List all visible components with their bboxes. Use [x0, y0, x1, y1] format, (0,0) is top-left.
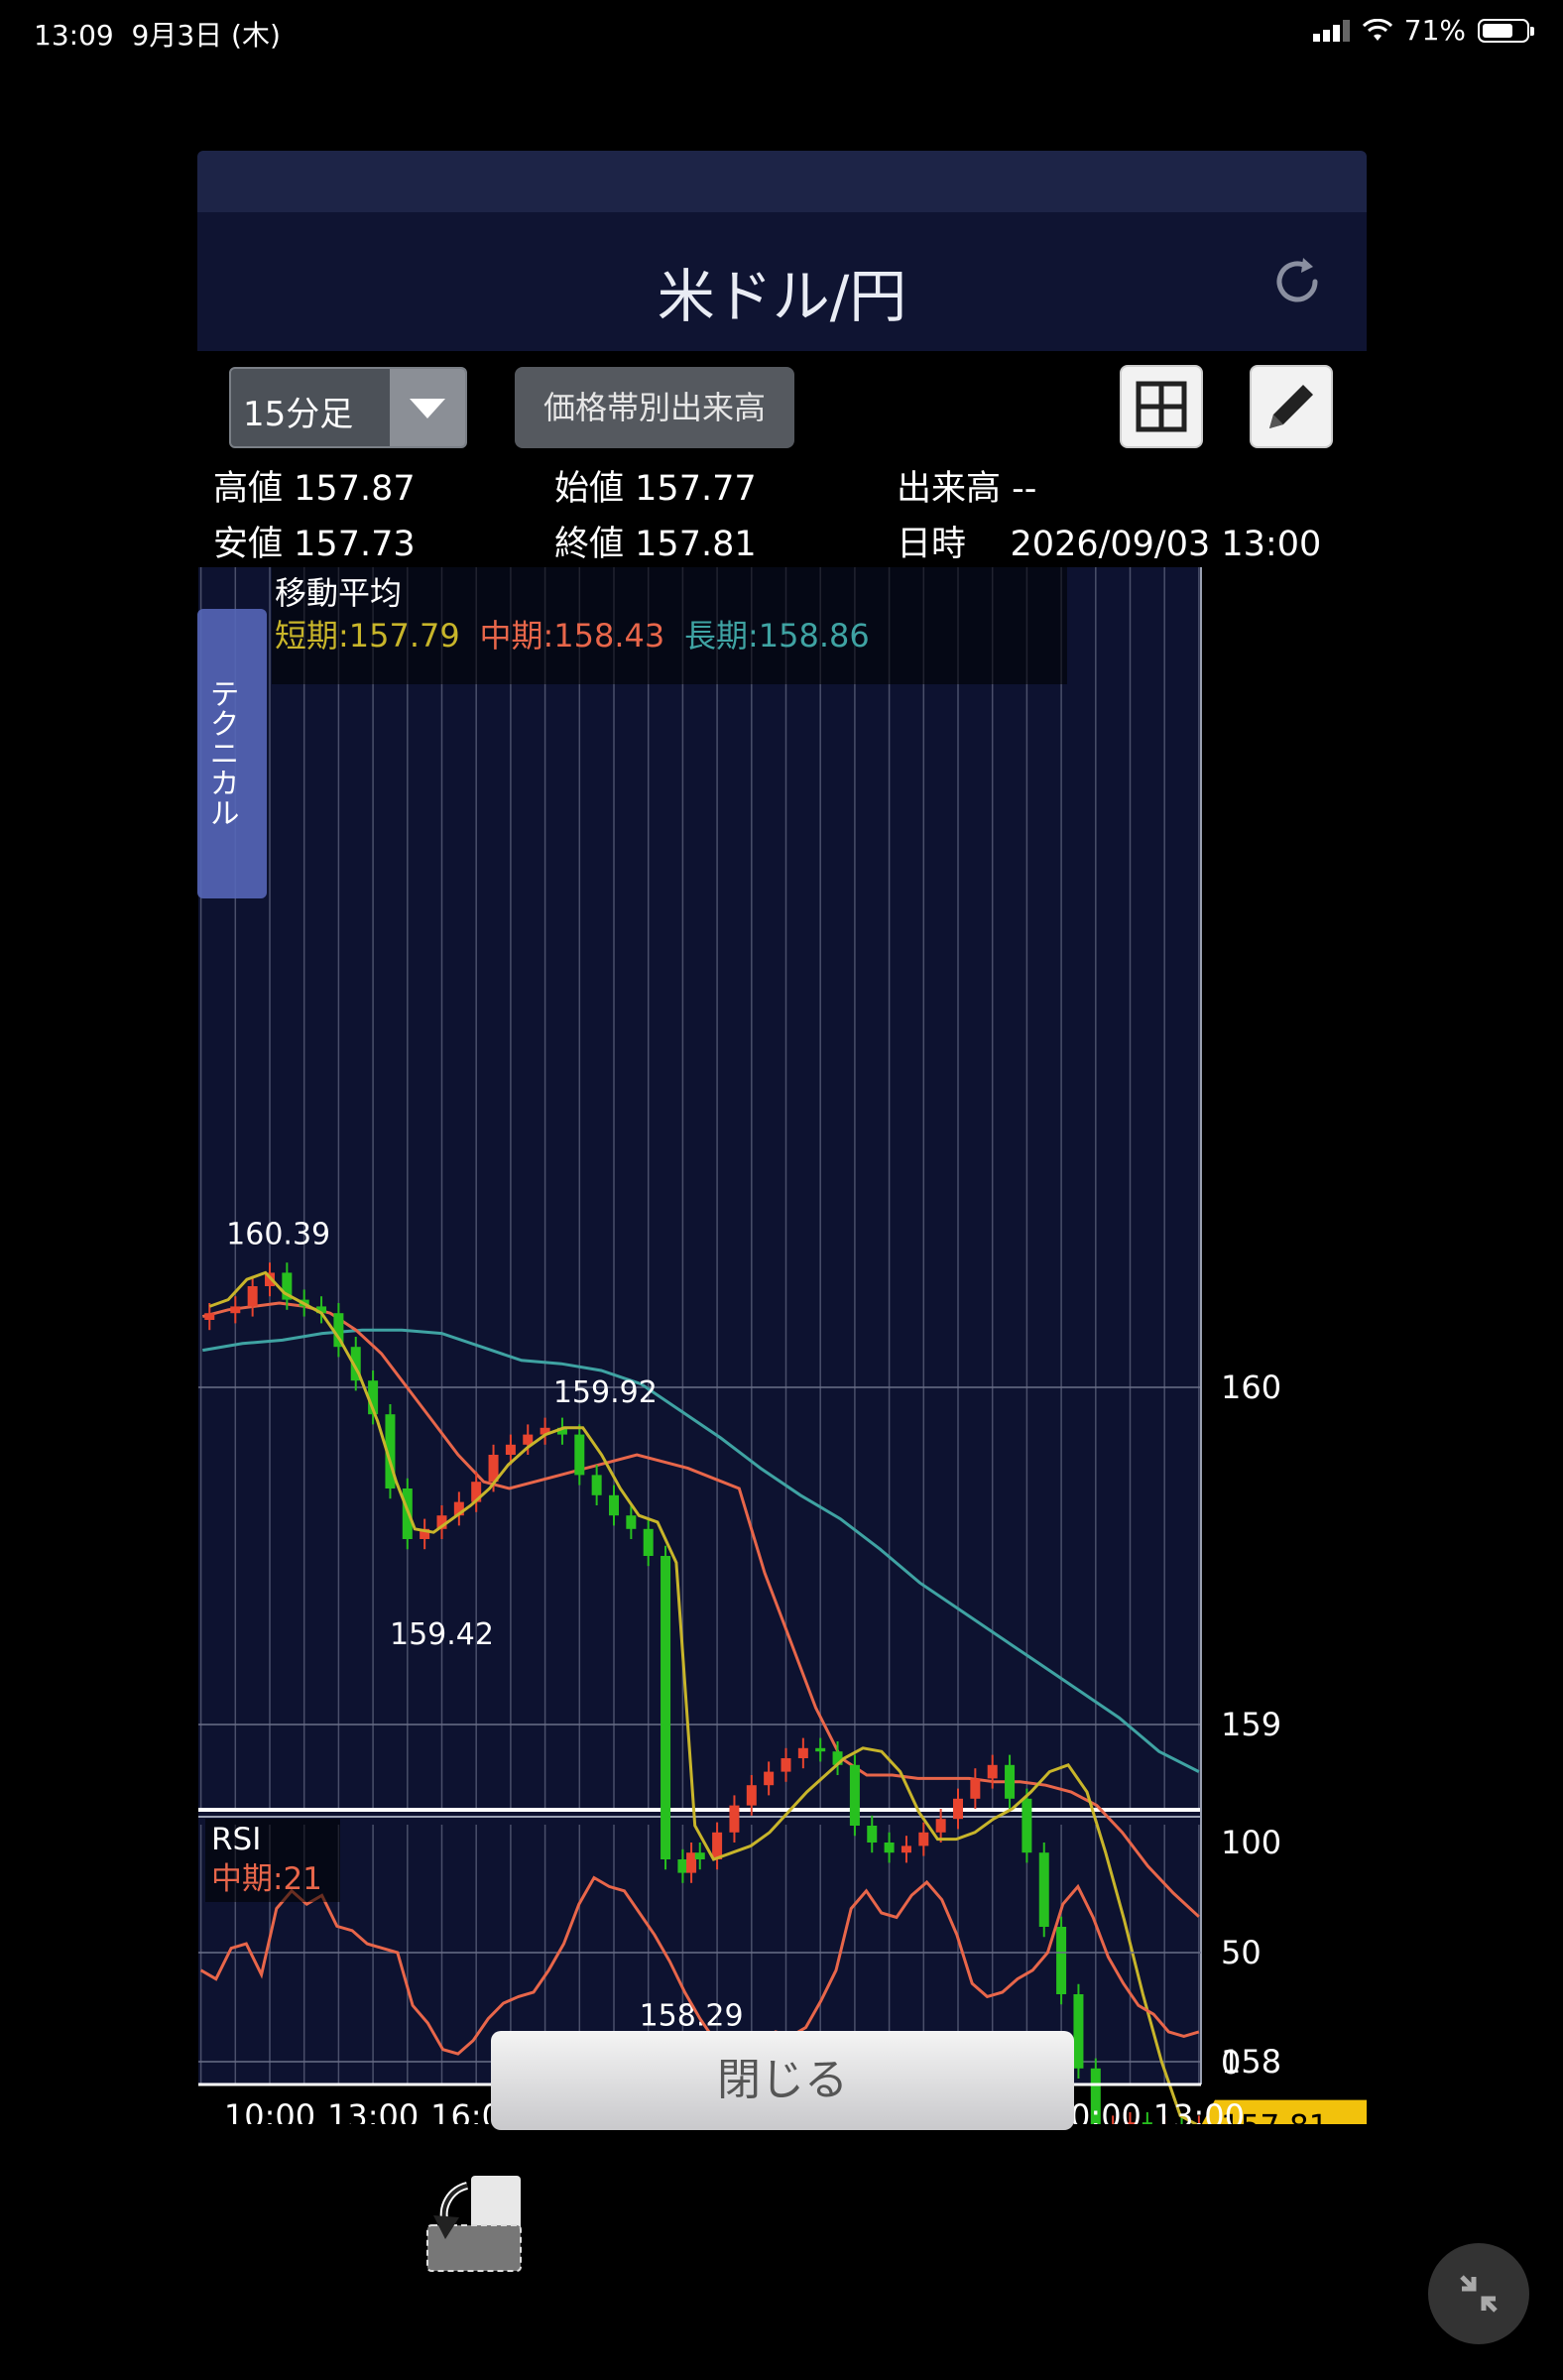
page-title: 米ドル/円: [657, 263, 907, 330]
chevron-down-icon[interactable]: [390, 369, 465, 446]
candle-body: [781, 1758, 791, 1772]
rsi-title: RSI: [211, 1822, 261, 1857]
minimize-button[interactable]: [1428, 2243, 1529, 2344]
candle-body: [764, 1771, 775, 1786]
ohlc-close: 終値 157.81: [554, 525, 757, 564]
candle-body: [953, 1798, 963, 1820]
rsi-tick-label: 0: [1221, 2044, 1241, 2082]
status-bar: 13:09 9月3日 (木) 71%: [0, 0, 1563, 69]
layout-grid-button[interactable]: [1120, 365, 1203, 448]
price-tick-label: 159: [1221, 1706, 1281, 1743]
candle-body: [643, 1528, 654, 1556]
candle-body: [746, 1785, 757, 1806]
rsi-tick-label: 50: [1221, 1934, 1262, 1971]
shrink-icon: [1460, 2275, 1498, 2313]
rsi-legend-item: 中期:21: [211, 1861, 322, 1897]
candle-body: [729, 1805, 740, 1833]
candle-body: [1073, 1994, 1084, 2069]
chart-panel: 米ドル/円 15分足 価格帯別出来高 高値 157.87 始値 157.77 出…: [197, 151, 1367, 2272]
price-annotation: 159.92: [553, 1375, 658, 1410]
candle-body: [661, 1556, 671, 1859]
wifi-icon: [1362, 18, 1392, 41]
candle-body: [505, 1444, 516, 1455]
refresh-icon[interactable]: [1267, 252, 1327, 311]
candle-body: [626, 1515, 637, 1529]
candle-body: [1056, 1927, 1067, 1994]
candle-body: [867, 1826, 878, 1843]
time-tick-label: 10:00: [224, 2097, 315, 2124]
price-annotation: 159.42: [390, 1617, 494, 1652]
ohlc-datetime: 日時 2026/09/03 13:00: [897, 525, 1322, 564]
candle-body: [609, 1494, 619, 1516]
ma-legend-item: 長期:158.86: [684, 617, 870, 654]
ohlc-open: 始値 157.77: [554, 469, 757, 509]
close-button[interactable]: 閉じる: [491, 2031, 1074, 2130]
candle-body: [884, 1843, 895, 1853]
price-chart[interactable]: 160159158160.39159.92159.42158.29157.81移…: [197, 567, 1367, 2124]
rsi-tick-label: 100: [1221, 1824, 1281, 1861]
candle-body: [1022, 1798, 1032, 1853]
header: 米ドル/円: [197, 212, 1367, 351]
candle-body: [247, 1286, 258, 1307]
ohlc-high: 高値 157.87: [213, 469, 416, 509]
candle-body: [591, 1475, 602, 1495]
candle-body: [694, 1852, 705, 1859]
undo-icon: [426, 2176, 522, 2272]
technical-tab-label: テクニカル: [204, 678, 239, 827]
ma-legend-title: 移動平均: [275, 574, 402, 612]
ma-legend-item: 中期:158.43: [480, 617, 665, 654]
candle-body: [1142, 2122, 1152, 2124]
time-tick-label: 13:00: [327, 2097, 419, 2124]
pencil-icon: [1269, 385, 1313, 428]
candle-body: [204, 1313, 215, 1320]
candle-body: [1005, 1764, 1016, 1799]
candle-body: [1038, 1852, 1049, 1927]
candle-body: [918, 1832, 929, 1846]
candle-body: [970, 1778, 981, 1799]
timeframe-label: 15分足: [243, 395, 354, 434]
candle-body: [797, 1747, 808, 1758]
draw-button[interactable]: [1250, 365, 1333, 448]
candle-body: [230, 1306, 241, 1314]
status-right: 71%: [1312, 14, 1534, 47]
status-time: 13:09 9月3日 (木): [34, 19, 281, 52]
candle-body: [849, 1764, 860, 1826]
signal-icon: [1312, 19, 1350, 42]
time-tick-label: 13:00: [1153, 2097, 1245, 2124]
candle-body: [901, 1845, 911, 1853]
header-strip: [197, 151, 1367, 212]
price-tick-label: 160: [1221, 1368, 1281, 1406]
volume-by-price-button[interactable]: 価格帯別出来高: [515, 367, 794, 448]
candle-body: [987, 1764, 998, 1779]
candle-body: [574, 1434, 585, 1476]
ohlc-volume: 出来高 --: [897, 469, 1037, 509]
candle-body: [677, 1859, 688, 1873]
candle-body: [815, 1747, 826, 1752]
battery-icon: [1478, 18, 1534, 43]
grid-icon: [1136, 381, 1187, 432]
ohlc-low: 安値 157.73: [213, 525, 416, 564]
ma-legend-item: 短期:157.79: [275, 617, 460, 654]
price-annotation: 160.39: [226, 1217, 330, 1251]
candle-body: [935, 1819, 946, 1833]
timeframe-select[interactable]: 15分足: [229, 367, 467, 448]
battery-percent: 71%: [1403, 14, 1466, 47]
candle-body: [686, 1852, 697, 1873]
undo-button[interactable]: [423, 2174, 527, 2277]
